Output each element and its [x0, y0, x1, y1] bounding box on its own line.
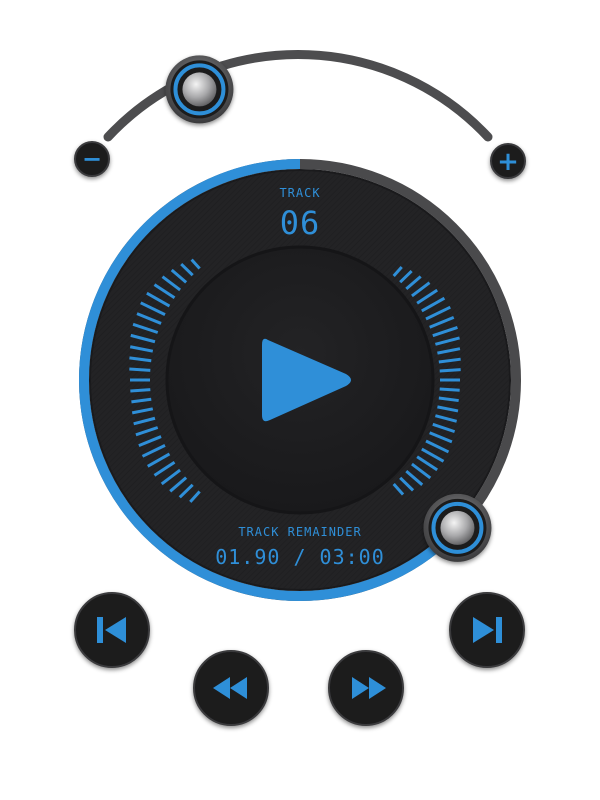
track-number: 06	[280, 204, 321, 242]
fast-forward-button[interactable]	[328, 650, 404, 726]
player-canvas: − + TRACK 06 TRACK REMAINDER 01.90 / 03:…	[74, 49, 526, 726]
minus-icon: −	[82, 145, 102, 173]
skip-forward-button[interactable]	[449, 592, 525, 668]
skip-back-button[interactable]	[74, 592, 150, 668]
volume-down-button[interactable]: −	[74, 141, 110, 177]
track-label: TRACK	[279, 186, 320, 200]
music-player: − + TRACK 06 TRACK REMAINDER 01.90 / 03:…	[0, 0, 600, 800]
equalizer-bar	[130, 388, 151, 393]
equalizer-bar	[129, 367, 151, 372]
volume-slider-track[interactable]	[103, 49, 493, 142]
equalizer-bar	[439, 368, 461, 373]
volume-knob[interactable]	[165, 55, 234, 124]
progress-knob[interactable]	[423, 493, 492, 562]
volume-up-button[interactable]: +	[490, 143, 526, 179]
track-remainder-label: TRACK REMAINDER	[238, 525, 361, 539]
time-display: 01.90 / 03:00	[215, 545, 385, 569]
rewind-button[interactable]	[193, 650, 269, 726]
plus-icon: +	[497, 147, 519, 177]
equalizer-bar	[439, 387, 460, 392]
